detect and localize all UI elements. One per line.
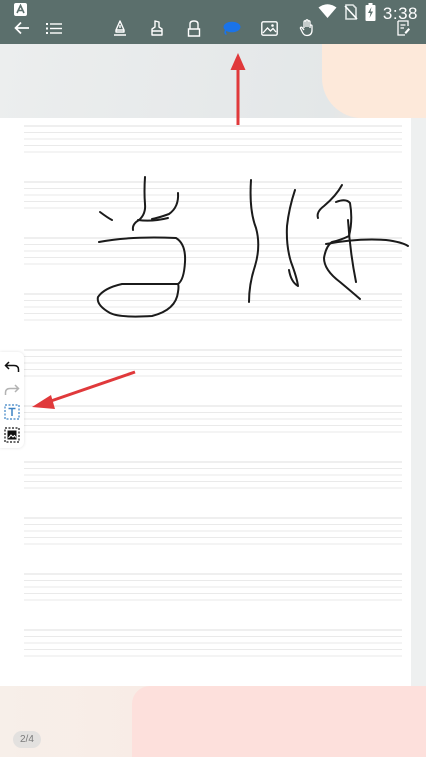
no-sim-icon xyxy=(344,3,358,25)
undo-icon xyxy=(4,361,20,372)
image-icon xyxy=(260,20,278,36)
hand-tool-button[interactable] xyxy=(296,17,318,39)
page-indicator[interactable]: 2/4 xyxy=(13,731,41,748)
hand-icon xyxy=(299,19,313,37)
undo-button[interactable] xyxy=(2,357,22,377)
lasso-icon xyxy=(223,21,241,35)
image-tool-button[interactable] xyxy=(258,17,280,39)
redo-icon xyxy=(4,384,20,395)
wifi-icon xyxy=(318,4,337,24)
list-icon xyxy=(46,22,62,34)
notes-button[interactable] xyxy=(393,17,415,39)
background-bottom-decoration xyxy=(132,686,426,757)
highlighter-tool-button[interactable] xyxy=(146,17,168,39)
pen-tool-button[interactable] xyxy=(109,17,131,39)
top-toolbar: 3:38 xyxy=(0,0,426,44)
text-box-button[interactable] xyxy=(2,402,22,422)
side-toolbar xyxy=(0,352,24,448)
image-insert-icon xyxy=(4,427,20,443)
eraser-icon xyxy=(187,19,201,37)
lasso-tool-button[interactable] xyxy=(221,17,243,39)
text-box-icon xyxy=(4,404,20,420)
image-insert-button[interactable] xyxy=(2,425,22,445)
outline-button[interactable] xyxy=(43,17,65,39)
redo-button[interactable] xyxy=(2,380,22,400)
handwriting-ink[interactable] xyxy=(0,118,411,686)
eraser-tool-button[interactable] xyxy=(183,17,205,39)
back-arrow-icon xyxy=(14,21,29,35)
status-bar-left xyxy=(14,3,27,16)
back-button[interactable] xyxy=(11,17,33,39)
notebook-page[interactable] xyxy=(0,118,411,686)
app-icon xyxy=(14,3,27,16)
pen-icon xyxy=(114,20,126,36)
battery-charging-icon xyxy=(365,2,376,26)
notes-icon xyxy=(397,20,410,36)
highlighter-icon xyxy=(151,20,163,36)
